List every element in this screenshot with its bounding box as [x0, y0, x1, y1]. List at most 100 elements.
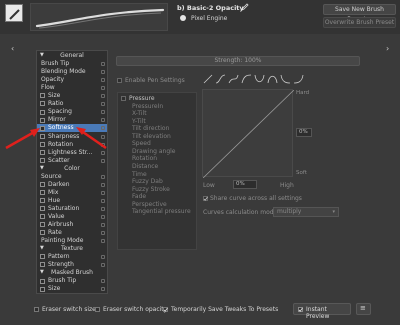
curve-arch-icon[interactable] [267, 75, 278, 84]
lock-icon[interactable] [101, 110, 105, 115]
tree-section-header[interactable]: ▼ General [37, 52, 107, 60]
tree-item-checkbox[interactable] [40, 214, 45, 220]
lock-icon[interactable] [101, 86, 105, 91]
tree-item-label: Pattern [48, 253, 70, 261]
tree-section-header[interactable]: ▼ Color [37, 165, 107, 173]
stroke-preview-icon [35, 8, 165, 29]
tree-item-checkbox[interactable] [40, 109, 45, 115]
tree-item-label: Blending Mode [41, 68, 86, 76]
arrow-left-icon [5, 128, 40, 150]
lock-icon[interactable] [101, 102, 105, 107]
lock-icon[interactable] [101, 231, 105, 236]
tree-item[interactable]: Rate [37, 229, 107, 237]
tree-item-checkbox[interactable] [40, 206, 45, 212]
lock-icon[interactable] [101, 279, 105, 284]
tree-item-checkbox[interactable] [40, 262, 45, 268]
lock-icon[interactable] [101, 239, 105, 244]
tree-item[interactable]: Painting Mode [37, 237, 107, 245]
tree-item[interactable]: Saturation [37, 205, 107, 213]
tree-item-checkbox[interactable] [40, 101, 45, 107]
lock-icon[interactable] [101, 70, 105, 75]
lock-icon[interactable] [101, 182, 105, 187]
curve-mid-value[interactable]: 0% [296, 128, 312, 137]
curve-linear-icon[interactable] [203, 74, 213, 84]
save-new-preset-button[interactable]: Save New Brush Preset... [323, 4, 396, 23]
tree-item[interactable]: Size [37, 92, 107, 100]
instant-preview-button[interactable]: Instant Preview [293, 303, 351, 320]
edit-pencil-icon[interactable] [241, 3, 249, 11]
expand-triangle-icon[interactable]: ▼ [40, 245, 44, 253]
strength-slider[interactable]: Strength: 100% [116, 56, 360, 66]
lock-icon[interactable] [101, 198, 105, 203]
tree-item[interactable]: Spacing [37, 108, 107, 116]
sensor-checkbox[interactable] [121, 96, 126, 101]
sensor-label: Tilt elevation [132, 132, 171, 140]
eraser-size-checkbox[interactable] [34, 307, 39, 312]
tree-item[interactable]: Airbrush [37, 221, 107, 229]
tree-item[interactable]: Size [37, 285, 107, 293]
tree-item[interactable]: Strength [37, 261, 107, 269]
curve-low-input[interactable]: 0% [233, 180, 257, 189]
enable-pen-checkbox[interactable] [117, 78, 122, 83]
tree-item-checkbox[interactable] [40, 230, 45, 236]
collapse-left-icon[interactable]: ‹ [11, 44, 14, 53]
tree-item[interactable]: Brush Tip [37, 60, 107, 68]
lock-icon[interactable] [101, 287, 105, 292]
share-curve-checkbox[interactable] [203, 196, 208, 201]
lock-icon[interactable] [101, 263, 105, 268]
lock-icon[interactable] [101, 62, 105, 67]
tree-item-checkbox[interactable] [40, 222, 45, 228]
curve-ease-in-icon[interactable] [280, 74, 291, 84]
lock-icon[interactable] [101, 206, 105, 211]
temp-save-checkbox[interactable] [163, 307, 168, 312]
lock-icon[interactable] [101, 190, 105, 195]
preset-thumbnail[interactable] [5, 4, 23, 22]
lock-icon[interactable] [101, 158, 105, 163]
tree-item[interactable]: Mix [37, 189, 107, 197]
curve-editor[interactable] [202, 89, 295, 179]
tree-item[interactable]: Brush Tip [37, 277, 107, 285]
menu-button[interactable]: ≡ [356, 303, 371, 315]
tree-item-checkbox[interactable] [40, 93, 45, 99]
sensor-label: Tilt direction [132, 125, 170, 133]
expand-triangle-icon[interactable]: ▼ [40, 165, 44, 173]
overwrite-preset-button[interactable]: Overwrite Brush Preset [323, 17, 396, 28]
lock-icon[interactable] [101, 223, 105, 228]
expand-triangle-icon[interactable]: ▼ [40, 269, 44, 277]
tree-item[interactable]: Opacity [37, 76, 107, 84]
tree-item-checkbox[interactable] [40, 181, 45, 187]
tree-item-checkbox[interactable] [40, 278, 45, 284]
tree-item[interactable]: Value [37, 213, 107, 221]
curve-low-label: Low [203, 182, 215, 189]
curve-ease-icon[interactable] [241, 74, 252, 84]
lock-icon[interactable] [101, 215, 105, 219]
calc-mode-select[interactable]: multiply ▾ [273, 207, 339, 217]
tree-item[interactable]: Darken [37, 181, 107, 189]
lock-icon[interactable] [101, 174, 105, 179]
tree-item-checkbox[interactable] [40, 254, 45, 260]
tree-item[interactable]: Source [37, 173, 107, 181]
sensor-label: Tangential pressure [132, 208, 191, 216]
tree-section-header[interactable]: ▼ Texture [37, 245, 107, 253]
tree-item[interactable]: Flow [37, 84, 107, 92]
lock-icon[interactable] [101, 94, 105, 99]
curve-s-icon[interactable] [215, 74, 226, 84]
tree-item-checkbox[interactable] [40, 157, 45, 163]
expand-triangle-icon[interactable]: ▼ [40, 52, 44, 60]
tree-item[interactable]: Pattern [37, 253, 107, 261]
curve-u-icon[interactable] [254, 74, 265, 83]
tree-item[interactable]: Ratio [37, 100, 107, 108]
tree-section-header[interactable]: ▼ Masked Brush [37, 269, 107, 277]
tree-item-checkbox[interactable] [40, 190, 45, 196]
curve-ease-out-icon[interactable] [293, 74, 304, 84]
tree-item[interactable]: Hue [37, 197, 107, 205]
tree-item-label: Color [64, 164, 80, 172]
lock-icon[interactable] [101, 255, 105, 260]
eraser-opacity-checkbox[interactable] [95, 307, 100, 312]
tree-item-checkbox[interactable] [40, 286, 45, 292]
collapse-right-icon[interactable]: › [386, 44, 389, 53]
tree-item-checkbox[interactable] [40, 198, 45, 204]
tree-item[interactable]: Blending Mode [37, 68, 107, 76]
curve-s2-icon[interactable] [228, 74, 239, 84]
lock-icon[interactable] [101, 78, 105, 83]
